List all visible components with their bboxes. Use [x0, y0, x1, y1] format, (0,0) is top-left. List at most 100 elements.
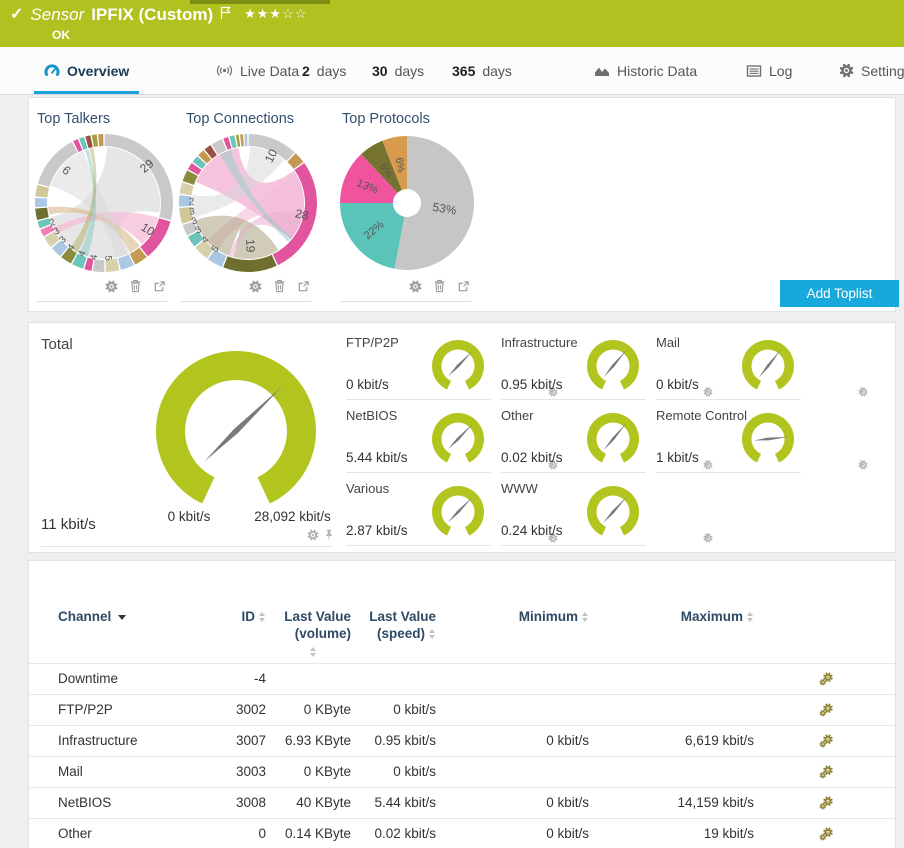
- gauge-icon: [44, 63, 60, 79]
- flag-icon[interactable]: [220, 6, 231, 25]
- tab-2-days[interactable]: 2 days: [298, 47, 350, 94]
- toplist-delete-button[interactable]: [129, 279, 142, 293]
- channel-settings-button[interactable]: [819, 796, 834, 810]
- top-connections-chart[interactable]: 102819543332: [173, 128, 323, 278]
- gauge-channel-value: 0.95 kbit/s: [501, 377, 563, 392]
- cell-id: 3003: [235, 764, 266, 779]
- gauge-settings-icon[interactable]: [307, 529, 319, 541]
- svg-text:5: 5: [102, 255, 113, 261]
- channel-gauge: [432, 485, 484, 536]
- cell-channel: Infrastructure: [58, 733, 138, 748]
- toplist-title-talkers: Top Talkers: [37, 111, 111, 127]
- channel-gauge: [742, 339, 794, 390]
- tab-label: days: [394, 62, 425, 79]
- gauge-channel-label: Remote Control: [656, 408, 748, 423]
- column-header-channel[interactable]: Channel: [58, 608, 127, 625]
- tab-label: Log: [769, 62, 793, 79]
- channel-settings-button[interactable]: [819, 765, 834, 779]
- cell-id: 3002: [235, 702, 266, 717]
- cell-channel: Downtime: [58, 671, 119, 686]
- toplist-actions-protocols: [409, 279, 470, 293]
- channel-gauge: [587, 412, 639, 463]
- table-row-downtime[interactable]: Downtime -4: [29, 663, 895, 695]
- channel-gauge: [587, 485, 639, 536]
- divider: [37, 301, 167, 302]
- cell-last-speed: 5.44 kbit/s: [374, 795, 436, 810]
- gauge-channel-value: 0.02 kbit/s: [501, 450, 563, 465]
- gauge-channel-label: NetBIOS: [346, 408, 398, 423]
- tab-historic-data[interactable]: Historic Data: [590, 47, 701, 94]
- cell-last-volume: 0 KByte: [303, 702, 351, 717]
- toplist-options-button[interactable]: [409, 280, 422, 293]
- tab-bar: Overview Live Data 2 days 30 days 365 days Histo…: [0, 47, 904, 95]
- channel-gauge: [432, 339, 484, 390]
- tab-log[interactable]: Log: [742, 47, 796, 94]
- toplist-delete-button[interactable]: [433, 279, 446, 293]
- divider: [181, 301, 311, 302]
- table-row-infrastructure[interactable]: Infrastructure 3007 6.93 KByte 0.95 kbit/s 0…: [29, 725, 895, 757]
- tab-label: Settings: [861, 62, 904, 79]
- gauge-cell-infrastructure: Infrastructure 0.95 kbit/s: [501, 333, 713, 400]
- toplist-delete-button[interactable]: [273, 279, 286, 293]
- tab-365-days[interactable]: 365 days: [448, 47, 516, 94]
- channel-settings-button[interactable]: [819, 703, 834, 717]
- gauge-cell-mail: Mail 0 kbit/s: [656, 333, 868, 400]
- toplist-fullscreen-button[interactable]: [153, 280, 166, 293]
- column-header-minimum[interactable]: Minimum: [484, 608, 589, 625]
- toplist-fullscreen-button[interactable]: [457, 280, 470, 293]
- cell-channel: Mail: [58, 764, 83, 779]
- table-row-ftp-p2p[interactable]: FTP/P2P 3002 0 KByte 0 kbit/s: [29, 694, 895, 726]
- gauge-channel-label: WWW: [501, 481, 538, 496]
- channel-settings-button[interactable]: [819, 734, 834, 748]
- table-row-netbios[interactable]: NetBIOS 3008 40 KByte 5.44 kbit/s 0 kbit/s 14…: [29, 787, 895, 819]
- sensor-header-bar: ✓ Sensor IPFIX (Custom) ★★★☆☆ OK: [0, 0, 904, 47]
- add-toplist-button[interactable]: Add Toplist: [780, 280, 899, 307]
- channel-settings-button[interactable]: [819, 827, 834, 841]
- toplist-fullscreen-button[interactable]: [297, 280, 310, 293]
- toplist-options-button[interactable]: [105, 280, 118, 293]
- tab-30-days[interactable]: 30 days: [368, 47, 428, 94]
- toplist-title-protocols: Top Protocols: [342, 111, 430, 127]
- toplist-options-button[interactable]: [249, 280, 262, 293]
- top-talkers-chart[interactable]: 291065444332: [29, 128, 179, 278]
- toplist-title-connections: Top Connections: [186, 111, 295, 127]
- total-gauge-label: Total: [41, 336, 73, 353]
- cell-maximum: 6,619 kbit/s: [684, 733, 754, 748]
- chart-icon: [594, 63, 610, 78]
- gauge-pin-icon[interactable]: [324, 529, 334, 541]
- channel-gauge: [742, 412, 794, 463]
- priority-stars[interactable]: ★★★☆☆: [244, 5, 307, 23]
- channel-gauge: [587, 339, 639, 390]
- cell-minimum: 0 kbit/s: [546, 795, 589, 810]
- gauge-cell-ftp-p2p: FTP/P2P 0 kbit/s: [346, 333, 558, 400]
- cell-last-speed: 0 kbit/s: [393, 764, 436, 779]
- table-row-mail[interactable]: Mail 3003 0 KByte 0 kbit/s: [29, 756, 895, 788]
- top-protocols-chart[interactable]: 53%22%13%6%6%: [332, 128, 482, 278]
- total-gauge: [156, 350, 316, 504]
- tab-number: 2: [302, 62, 310, 79]
- column-header-id[interactable]: ID: [206, 608, 266, 625]
- tab-overview[interactable]: Overview: [33, 47, 140, 94]
- gauge-channel-value: 0 kbit/s: [346, 377, 389, 392]
- gauge-channel-value: 2.87 kbit/s: [346, 523, 408, 538]
- tab-label: days: [316, 62, 347, 79]
- column-header-last-volume[interactable]: Last Value (volume): [271, 608, 351, 660]
- cell-channel: NetBIOS: [58, 795, 112, 810]
- cell-last-volume: 0.14 KByte: [284, 826, 351, 841]
- tab-label: days: [482, 62, 512, 79]
- status-check-icon: ✓: [10, 6, 24, 23]
- gauge-channel-label: Various: [346, 481, 390, 496]
- cell-id: 3008: [235, 795, 266, 810]
- tab-settings[interactable]: Settings: [835, 47, 904, 94]
- gauge-channel-value: 0.24 kbit/s: [501, 523, 563, 538]
- gauge-channel-label: FTP/P2P: [346, 335, 399, 350]
- table-row-other[interactable]: Other 0 0.14 KByte 0.02 kbit/s 0 kbit/s 19 kb…: [29, 818, 895, 848]
- sort-icon: [429, 629, 436, 640]
- total-gauge-value: 11 kbit/s: [41, 516, 96, 533]
- column-header-last-speed[interactable]: Last Value (speed): [356, 608, 436, 642]
- toplists-panel: Top Talkers Top Connections Top Protocol…: [28, 97, 899, 312]
- column-header-maximum[interactable]: Maximum: [644, 608, 754, 625]
- channel-settings-button[interactable]: [819, 672, 834, 686]
- tab-live-data[interactable]: Live Data: [212, 47, 303, 94]
- svg-text:19: 19: [243, 239, 257, 253]
